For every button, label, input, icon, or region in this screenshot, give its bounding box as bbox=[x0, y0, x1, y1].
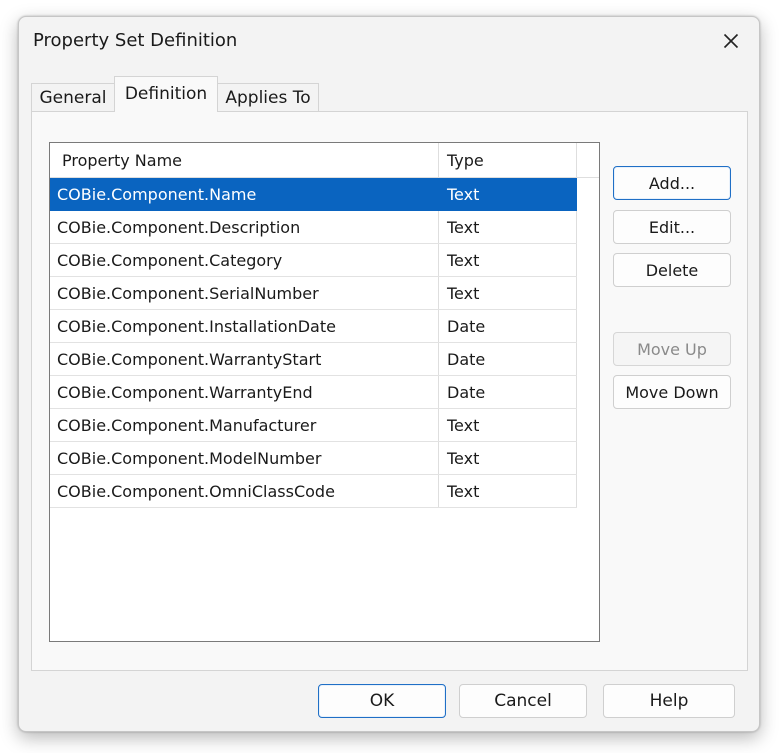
tab-definition-label: Definition bbox=[124, 84, 208, 104]
tab-general[interactable]: General bbox=[31, 83, 115, 111]
tab-applies-to[interactable]: Applies To bbox=[217, 83, 319, 111]
property-name-cell: COBie.Component.SerialNumber bbox=[50, 277, 439, 309]
property-name-cell: COBie.Component.Name bbox=[50, 178, 439, 210]
list-row[interactable]: COBie.Component.Manufacturer Text bbox=[50, 409, 577, 442]
cancel-button[interactable]: Cancel bbox=[459, 684, 587, 718]
tab-general-label: General bbox=[39, 87, 107, 108]
list-row[interactable]: COBie.Component.Category Text bbox=[50, 244, 577, 277]
list-row[interactable]: COBie.Component.ModelNumber Text bbox=[50, 442, 577, 475]
move-down-button[interactable]: Move Down bbox=[613, 375, 731, 409]
definition-panel: Property Name Type COBie.Component.Name … bbox=[31, 111, 748, 671]
property-list[interactable]: Property Name Type COBie.Component.Name … bbox=[49, 142, 600, 642]
property-name-cell: COBie.Component.WarrantyEnd bbox=[50, 376, 439, 408]
property-type-cell: Text bbox=[439, 211, 577, 243]
dialog-title: Property Set Definition bbox=[33, 30, 238, 51]
property-set-definition-dialog: Property Set Definition General Definiti… bbox=[18, 16, 760, 732]
ok-button[interactable]: OK bbox=[318, 684, 446, 718]
column-header-type[interactable]: Type bbox=[439, 143, 577, 177]
property-name-cell: COBie.Component.WarrantyStart bbox=[50, 343, 439, 375]
list-row[interactable]: COBie.Component.Name Text bbox=[50, 178, 577, 211]
property-type-cell: Text bbox=[439, 442, 577, 474]
property-name-cell: COBie.Component.ModelNumber bbox=[50, 442, 439, 474]
column-header-property-name[interactable]: Property Name bbox=[50, 143, 439, 177]
property-type-cell: Text bbox=[439, 409, 577, 441]
property-name-cell: COBie.Component.OmniClassCode bbox=[50, 475, 439, 507]
property-type-cell: Text bbox=[439, 475, 577, 507]
edit-button[interactable]: Edit... bbox=[613, 210, 731, 244]
list-row[interactable]: COBie.Component.SerialNumber Text bbox=[50, 277, 577, 310]
property-name-cell: COBie.Component.InstallationDate bbox=[50, 310, 439, 342]
delete-button[interactable]: Delete bbox=[613, 253, 731, 287]
tab-applies-to-label: Applies To bbox=[225, 87, 311, 108]
property-type-cell: Text bbox=[439, 178, 577, 210]
list-row[interactable]: COBie.Component.Description Text bbox=[50, 211, 577, 244]
list-row[interactable]: COBie.Component.InstallationDate Date bbox=[50, 310, 577, 343]
add-button[interactable]: Add... bbox=[613, 166, 731, 200]
property-name-cell: COBie.Component.Description bbox=[50, 211, 439, 243]
property-type-cell: Date bbox=[439, 310, 577, 342]
list-row[interactable]: COBie.Component.WarrantyEnd Date bbox=[50, 376, 577, 409]
property-type-cell: Text bbox=[439, 277, 577, 309]
property-type-cell: Text bbox=[439, 244, 577, 276]
list-header: Property Name Type bbox=[50, 143, 599, 178]
list-row[interactable]: COBie.Component.OmniClassCode Text bbox=[50, 475, 577, 508]
property-type-cell: Date bbox=[439, 343, 577, 375]
help-button[interactable]: Help bbox=[603, 684, 735, 718]
move-up-button[interactable]: Move Up bbox=[613, 332, 731, 366]
close-button[interactable] bbox=[711, 25, 751, 57]
close-icon bbox=[723, 33, 739, 49]
property-name-cell: COBie.Component.Category bbox=[50, 244, 439, 276]
property-name-cell: COBie.Component.Manufacturer bbox=[50, 409, 439, 441]
list-row[interactable]: COBie.Component.WarrantyStart Date bbox=[50, 343, 577, 376]
tab-definition[interactable]: Definition bbox=[114, 76, 218, 112]
property-type-cell: Date bbox=[439, 376, 577, 408]
